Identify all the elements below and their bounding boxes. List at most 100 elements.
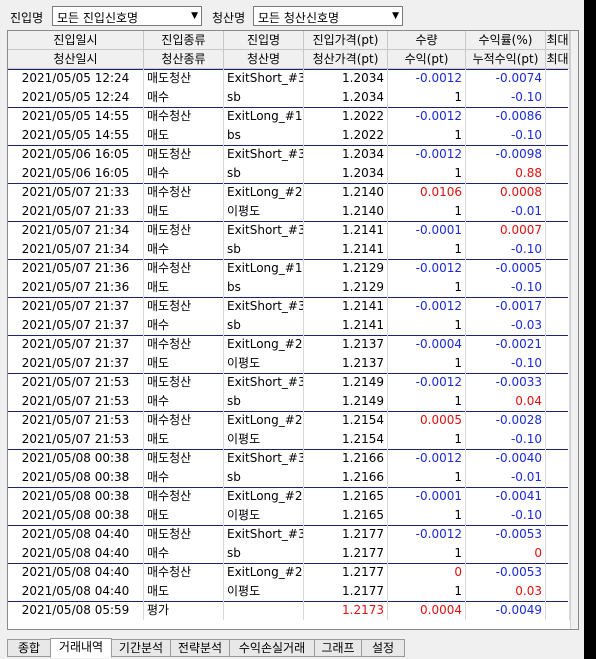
cell-max	[546, 468, 570, 487]
table-row[interactable]: 2021/05/08 04:40 매수청산 ExitLong_#2 1.2177 0 -0…	[8, 563, 570, 582]
col-header-return[interactable]: 누적수익(pt)	[466, 50, 546, 69]
exit-filter-select[interactable]: 모든 청산신호명 ▼	[253, 6, 403, 26]
cell-qty-profit: 0.0004	[388, 601, 466, 620]
cell-datetime: 2021/05/07 21:33	[8, 183, 144, 202]
cell-signal-name: sb	[224, 88, 304, 107]
cell-datetime: 2021/05/08 05:59	[8, 601, 144, 620]
table-row[interactable]: 2021/05/08 04:40 매수 sb 1.2177 1 0	[8, 544, 570, 563]
table-row[interactable]: 2021/05/08 00:38 매수 sb 1.2166 1 -0.01	[8, 468, 570, 487]
table-row[interactable]: 2021/05/07 21:37 매수 sb 1.2141 1 -0.03	[8, 316, 570, 335]
cell-type: 매도	[144, 354, 224, 373]
table-row[interactable]: 2021/05/06 16:05 매도청산 ExitShort_#3 1.2034 -0…	[8, 145, 570, 164]
cell-return: -0.10	[466, 354, 546, 373]
cell-datetime: 2021/05/08 00:38	[8, 487, 144, 506]
table-row[interactable]: 2021/05/07 21:33 매수청산 ExitLong_#2 1.2140 0.0…	[8, 183, 570, 202]
cell-max	[546, 506, 570, 525]
col-header-type[interactable]: 청산종류	[144, 50, 224, 69]
col-header-date[interactable]: 진입일시	[8, 31, 144, 50]
table-row[interactable]: 2021/05/06 16:05 매수 sb 1.2034 1 0.88	[8, 164, 570, 183]
table-row[interactable]: 2021/05/07 21:53 매수청산 ExitLong_#2 1.2154 0.0…	[8, 411, 570, 430]
tab-strategy-analysis[interactable]: 전략분석	[170, 639, 230, 657]
cell-signal-name: bs	[224, 278, 304, 297]
table-row[interactable]: 2021/05/07 21:53 매수 sb 1.2149 1 0.04	[8, 392, 570, 411]
vertical-scrollbar[interactable]	[570, 31, 578, 629]
cell-type: 매수	[144, 544, 224, 563]
cell-datetime: 2021/05/08 04:40	[8, 563, 144, 582]
table-row[interactable]: 2021/05/08 05:59 평가 1.2173 0.0004 -0.0049	[8, 601, 570, 620]
cell-signal-name: sb	[224, 468, 304, 487]
cell-max	[546, 126, 570, 145]
col-header-name[interactable]: 진입명	[224, 31, 304, 50]
cell-type: 매수청산	[144, 335, 224, 354]
cell-datetime: 2021/05/07 21:37	[8, 335, 144, 354]
cell-price: 1.2140	[304, 202, 388, 221]
table-row[interactable]: 2021/05/07 21:34 매도청산 ExitShort_#3 1.2141 -0…	[8, 221, 570, 240]
cell-price: 1.2141	[304, 221, 388, 240]
col-header-type[interactable]: 진입종류	[144, 31, 224, 50]
tab-settings[interactable]: 설정	[361, 639, 405, 657]
cell-return: -0.0098	[466, 145, 546, 164]
col-header-max[interactable]: 최대	[546, 31, 570, 50]
table-row[interactable]: 2021/05/05 14:55 매도 bs 1.2022 1 -0.10	[8, 126, 570, 145]
cell-signal-name: sb	[224, 316, 304, 335]
cell-return: -0.0041	[466, 487, 546, 506]
cell-datetime: 2021/05/07 21:37	[8, 297, 144, 316]
tab-graph[interactable]: 그래프	[314, 639, 362, 657]
cell-type: 매도청산	[144, 449, 224, 468]
table-row[interactable]: 2021/05/07 21:37 매도 이평도 1.2137 1 -0.10	[8, 354, 570, 373]
col-header-name[interactable]: 청산명	[224, 50, 304, 69]
col-header-return[interactable]: 수익률(%)	[466, 31, 546, 50]
table-row[interactable]: 2021/05/07 21:36 매도 bs 1.2129 1 -0.10	[8, 278, 570, 297]
col-header-qty[interactable]: 수량	[388, 31, 466, 50]
table-row[interactable]: 2021/05/05 12:24 매도청산 ExitShort_#3 1.2034 -0…	[8, 69, 570, 88]
table-row[interactable]: 2021/05/08 04:40 매도청산 ExitShort_#3 1.2177 -0…	[8, 525, 570, 544]
cell-price: 1.2034	[304, 88, 388, 107]
trade-grid[interactable]: 진입일시 진입종류 진입명 진입가격(pt) 수량 수익률(%) 최대 청산일시 청산종류 청산…	[7, 30, 579, 630]
cell-max	[546, 221, 570, 240]
table-row[interactable]: 2021/05/08 04:40 매도 이평도 1.2177 1 0.03	[8, 582, 570, 601]
cell-qty-profit: 1	[388, 544, 466, 563]
cell-max	[546, 202, 570, 221]
table-row[interactable]: 2021/05/07 21:33 매도 이평도 1.2140 1 -0.01	[8, 202, 570, 221]
col-header-price[interactable]: 청산가격(pt)	[304, 50, 388, 69]
entry-filter-select[interactable]: 모든 진입신호명 ▼	[52, 6, 202, 26]
cell-datetime: 2021/05/07 21:34	[8, 240, 144, 259]
exit-filter-value: 모든 청산신호명	[258, 11, 340, 25]
cell-max	[546, 259, 570, 278]
table-row[interactable]: 2021/05/08 00:38 매도청산 ExitShort_#3 1.2166 -0…	[8, 449, 570, 468]
table-row[interactable]: 2021/05/07 21:36 매수청산 ExitLong_#1 1.2129 -0.…	[8, 259, 570, 278]
cell-max	[546, 392, 570, 411]
col-header-date[interactable]: 청산일시	[8, 50, 144, 69]
table-row[interactable]: 2021/05/05 12:24 매수 sb 1.2034 1 -0.10	[8, 88, 570, 107]
cell-return: -0.10	[466, 88, 546, 107]
tab-period-analysis[interactable]: 기간분석	[111, 639, 171, 657]
cell-type: 매수	[144, 316, 224, 335]
cell-signal-name: sb	[224, 544, 304, 563]
cell-max	[546, 183, 570, 202]
table-row[interactable]: 2021/05/07 21:34 매수 sb 1.2141 1 -0.10	[8, 240, 570, 259]
table-row[interactable]: 2021/05/05 14:55 매수청산 ExitLong_#1 1.2022 -0.…	[8, 107, 570, 126]
cell-max	[546, 240, 570, 259]
cell-datetime: 2021/05/06 16:05	[8, 145, 144, 164]
cell-type: 매수청산	[144, 487, 224, 506]
cell-price: 1.2022	[304, 126, 388, 145]
tab-trade-history[interactable]: 거래내역	[50, 638, 112, 658]
col-header-max[interactable]: 최대	[546, 50, 570, 69]
cell-signal-name: ExitShort_#3	[224, 221, 304, 240]
cell-price: 1.2034	[304, 145, 388, 164]
cell-max	[546, 69, 570, 88]
tab-profit-loss-trades[interactable]: 수익손실거래	[229, 639, 315, 657]
table-row[interactable]: 2021/05/07 21:53 매도청산 ExitShort_#3 1.2149 -0…	[8, 373, 570, 392]
table-row[interactable]: 2021/05/07 21:37 매수청산 ExitLong_#2 1.2137 -0.…	[8, 335, 570, 354]
table-row[interactable]: 2021/05/08 00:38 매도 이평도 1.2165 1 -0.10	[8, 506, 570, 525]
table-row[interactable]: 2021/05/08 00:38 매수청산 ExitLong_#2 1.2165 -0.…	[8, 487, 570, 506]
cell-qty-profit: -0.0012	[388, 107, 466, 126]
tab-summary[interactable]: 종합	[7, 639, 51, 657]
table-row[interactable]: 2021/05/07 21:53 매도 이평도 1.2154 1 -0.10	[8, 430, 570, 449]
col-header-qty[interactable]: 수익(pt)	[388, 50, 466, 69]
cell-type: 매도	[144, 506, 224, 525]
col-header-price[interactable]: 진입가격(pt)	[304, 31, 388, 50]
table-row[interactable]: 2021/05/07 21:37 매도청산 ExitShort_#3 1.2141 -0…	[8, 297, 570, 316]
cell-signal-name: ExitShort_#3	[224, 297, 304, 316]
cell-datetime: 2021/05/07 21:53	[8, 430, 144, 449]
